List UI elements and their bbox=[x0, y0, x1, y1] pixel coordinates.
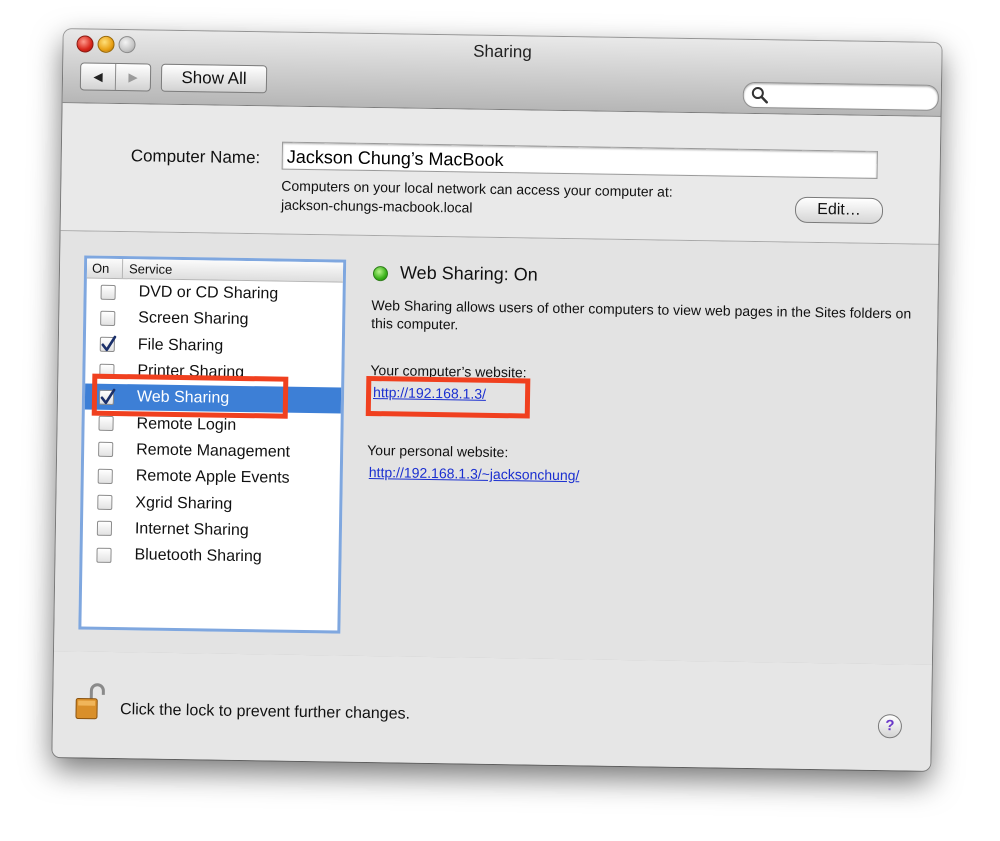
computer-name-section: Computer Name: Jackson Chung’s MacBook C… bbox=[60, 103, 941, 245]
service-checkbox[interactable] bbox=[97, 468, 113, 484]
service-checkbox[interactable] bbox=[96, 521, 113, 537]
service-row[interactable]: Bluetooth Sharing bbox=[82, 541, 338, 571]
service-name: Xgrid Sharing bbox=[135, 493, 233, 513]
sharing-window: Sharing ◀ ▶ Show All Computer Name: Jack… bbox=[52, 29, 942, 771]
service-name: Internet Sharing bbox=[134, 520, 249, 539]
service-detail-pane: Web Sharing: On Web Sharing allows users… bbox=[367, 258, 920, 483]
footer-bar: Click the lock to prevent further change… bbox=[52, 651, 932, 771]
back-arrow-icon: ◀ bbox=[93, 69, 103, 84]
annotation-highlight-website-link bbox=[365, 375, 531, 419]
computer-name-label: Computer Name: bbox=[130, 146, 261, 168]
service-checkbox-cell bbox=[84, 468, 120, 484]
service-checkbox-cell bbox=[83, 521, 119, 537]
service-checkbox[interactable] bbox=[98, 442, 114, 458]
service-checkbox[interactable] bbox=[97, 494, 113, 510]
service-name: Bluetooth Sharing bbox=[134, 546, 262, 566]
status-on-indicator-icon bbox=[372, 266, 389, 282]
service-row[interactable]: Remote Management bbox=[84, 436, 340, 466]
computer-name-field[interactable]: Jackson Chung’s MacBook bbox=[281, 141, 878, 179]
lock-message: Click the lock to prevent further change… bbox=[119, 701, 411, 723]
service-name: DVD or CD Sharing bbox=[138, 283, 279, 303]
column-header-service[interactable]: Service bbox=[123, 259, 173, 279]
edit-button[interactable]: Edit… bbox=[794, 196, 884, 225]
search-icon bbox=[751, 87, 768, 104]
column-header-on[interactable]: On bbox=[86, 258, 124, 279]
services-rows: DVD or CD Sharing Screen Sharing File Shar… bbox=[82, 279, 343, 572]
help-button[interactable]: ? bbox=[877, 714, 903, 739]
annotation-highlight-web-sharing bbox=[91, 373, 289, 419]
service-row[interactable]: Internet Sharing bbox=[83, 515, 339, 545]
service-checkbox-cell bbox=[82, 547, 118, 563]
service-description: Web Sharing allows users of other comput… bbox=[371, 297, 912, 333]
service-checkbox[interactable] bbox=[100, 310, 116, 326]
service-checkbox-cell bbox=[86, 310, 122, 326]
service-name: Screen Sharing bbox=[138, 309, 249, 329]
service-row[interactable]: File Sharing bbox=[86, 331, 342, 361]
service-row[interactable]: DVD or CD Sharing bbox=[86, 279, 342, 309]
service-row[interactable]: Screen Sharing bbox=[86, 305, 342, 335]
service-checkbox-cell bbox=[86, 335, 122, 353]
service-checkbox[interactable] bbox=[100, 284, 116, 300]
service-checkbox[interactable] bbox=[96, 547, 112, 563]
unlocked-padlock-icon[interactable] bbox=[75, 681, 106, 721]
service-checkbox-cell bbox=[87, 284, 123, 300]
forward-button[interactable]: ▶ bbox=[114, 63, 151, 91]
service-row[interactable]: Xgrid Sharing bbox=[83, 489, 339, 519]
services-section: On Service DVD or CD Sharing Screen Shari… bbox=[53, 231, 939, 666]
computer-address-info: Computers on your local network can acce… bbox=[281, 177, 762, 223]
personal-website-link[interactable]: http://192.168.1.3/~jacksonchung/ bbox=[369, 464, 580, 483]
forward-arrow-icon: ▶ bbox=[128, 70, 138, 85]
service-name: Remote Apple Events bbox=[135, 467, 290, 487]
checkmark-icon bbox=[101, 335, 117, 352]
service-name: Remote Login bbox=[136, 414, 237, 434]
back-button[interactable]: ◀ bbox=[81, 63, 115, 90]
service-checkbox-cell bbox=[83, 494, 119, 511]
service-checkbox[interactable] bbox=[98, 415, 114, 432]
service-checkbox[interactable] bbox=[99, 335, 117, 353]
back-forward-buttons: ◀ ▶ bbox=[79, 62, 152, 92]
service-checkbox-cell bbox=[84, 442, 120, 458]
search-field[interactable] bbox=[742, 81, 940, 111]
service-name: Remote Management bbox=[136, 441, 291, 461]
title-bar: Sharing ◀ ▶ Show All bbox=[62, 29, 942, 117]
show-all-button[interactable]: Show All bbox=[160, 63, 268, 94]
service-name: File Sharing bbox=[137, 336, 224, 355]
search-input[interactable] bbox=[771, 86, 926, 107]
service-row[interactable]: Remote Apple Events bbox=[84, 463, 340, 493]
services-list[interactable]: On Service DVD or CD Sharing Screen Shari… bbox=[78, 255, 347, 634]
service-status-title: Web Sharing: On bbox=[399, 262, 538, 285]
service-checkbox-cell bbox=[84, 415, 120, 432]
personal-website-label: Your personal website: bbox=[367, 441, 509, 461]
